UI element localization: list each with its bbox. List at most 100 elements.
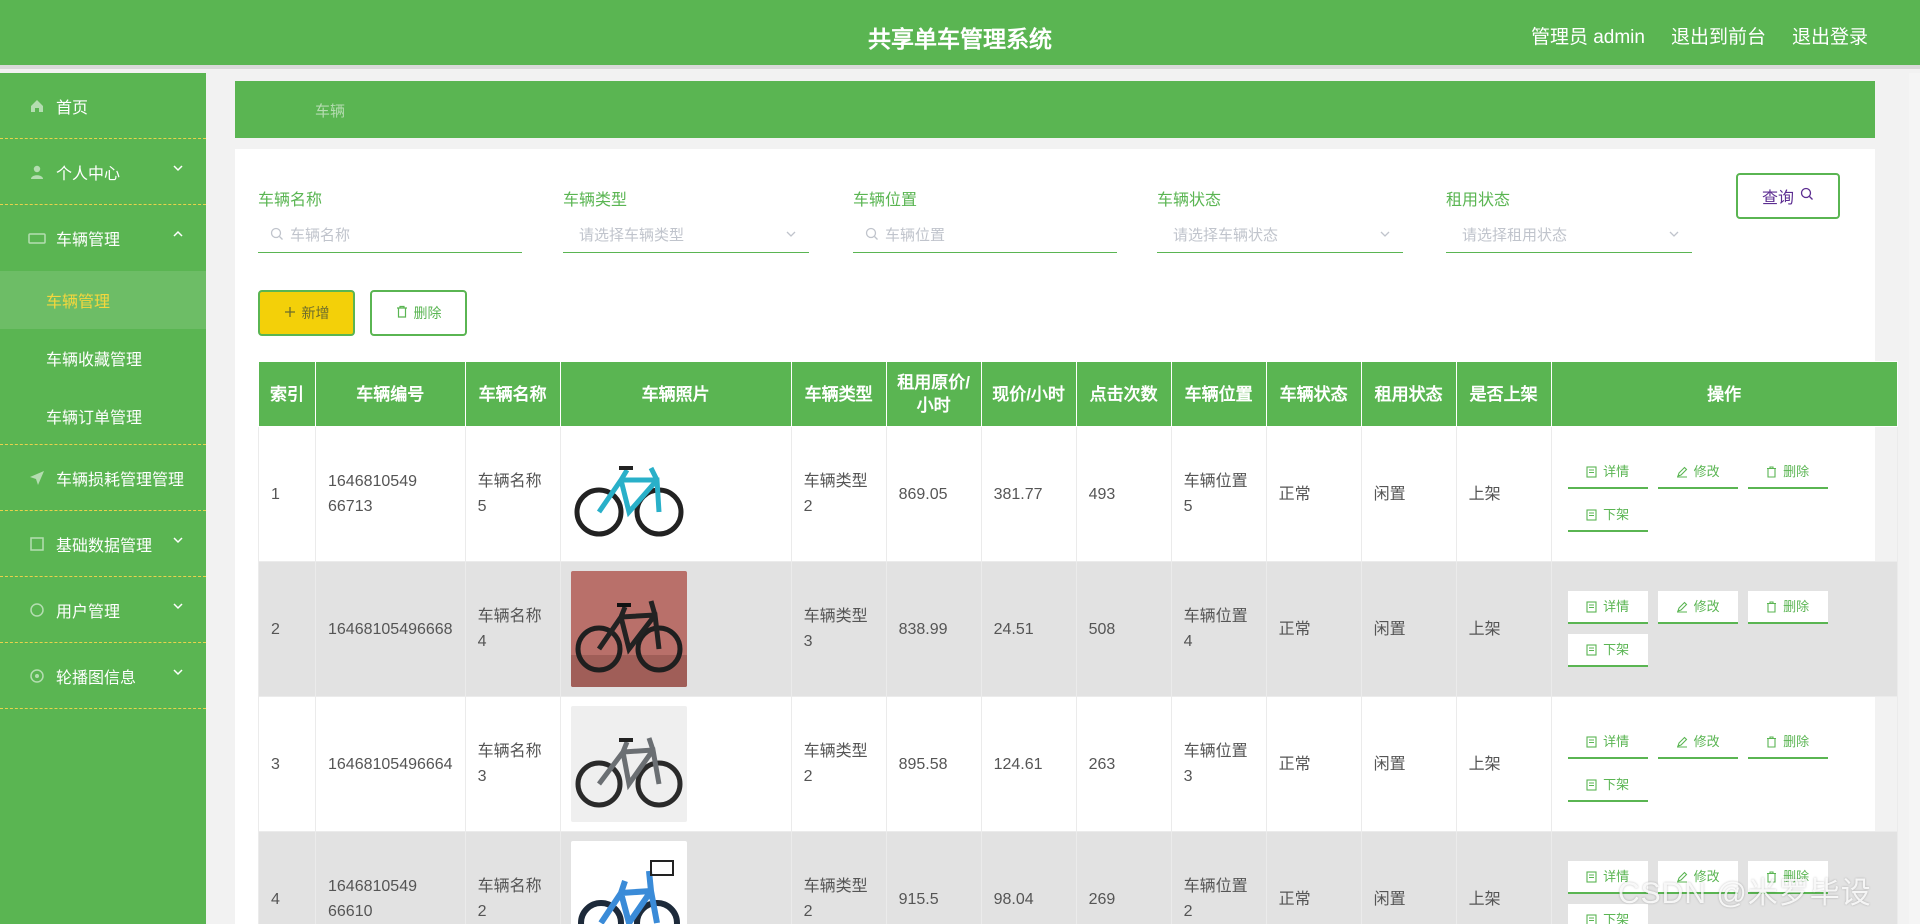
document-icon xyxy=(1586,735,1597,748)
home-icon xyxy=(28,97,46,115)
delete-button[interactable]: 删除 xyxy=(1747,456,1828,489)
breadcrumb-current[interactable]: 车辆 xyxy=(315,100,345,121)
cell-location: 车辆位置2 xyxy=(1170,831,1267,924)
cell-clicks: 493 xyxy=(1075,426,1172,562)
filter-label: 车辆位置 xyxy=(853,192,918,209)
sidebar-item-label: 个人中心 xyxy=(56,165,121,183)
cell-photo xyxy=(559,696,792,832)
cell-code: 1646810549 66713 xyxy=(315,426,466,562)
trash-icon xyxy=(1767,465,1777,478)
edit-button[interactable]: 修改 xyxy=(1657,726,1738,759)
delete-button[interactable]: 删除 xyxy=(1747,726,1828,759)
document-icon xyxy=(1586,508,1597,521)
sidebar-item-label: 首页 xyxy=(56,99,89,117)
cell-code: 16468105496664 xyxy=(315,696,466,832)
table-header: 车辆位置 xyxy=(1170,361,1267,427)
input-placeholder: 车辆位置 xyxy=(885,226,946,244)
cell-photo xyxy=(559,561,792,697)
vehicle-type-select[interactable]: 请选择车辆类型 xyxy=(563,216,809,253)
cell-clicks: 508 xyxy=(1075,561,1172,697)
cell-name: 车辆名称2 xyxy=(464,831,561,924)
table-header: 车辆名称 xyxy=(464,361,561,427)
document-icon xyxy=(1586,643,1597,656)
chevron-down-icon xyxy=(172,533,184,551)
cell-ops: 详情 修改 删除 下架 xyxy=(1550,426,1898,562)
detail-button[interactable]: 详情 xyxy=(1567,456,1648,489)
vehicle-status-select[interactable]: 请选择车辆状态 xyxy=(1157,216,1403,253)
trash-icon xyxy=(1767,600,1777,613)
delete-button[interactable]: 删除 xyxy=(1747,591,1828,624)
cell-index: 1 xyxy=(258,426,316,562)
sidebar-item-carousel[interactable]: 轮播图信息 xyxy=(0,643,206,709)
cell-status: 正常 xyxy=(1265,561,1362,697)
table-row: 1 1646810549 66713 车辆名称5 车辆类型2 869.05 38… xyxy=(258,426,1898,562)
settings-icon xyxy=(28,667,46,685)
chevron-down-icon xyxy=(172,665,184,683)
sidebar-item-base-data[interactable]: 基础数据管理 xyxy=(0,511,206,577)
edit-icon xyxy=(1676,466,1687,478)
vehicle-photo-kids-bike-blue xyxy=(570,841,687,924)
filter-vehicle-location: 车辆位置 车辆位置 xyxy=(853,186,1117,253)
trash-icon xyxy=(1767,735,1777,748)
chevron-up-icon xyxy=(172,227,184,245)
sidebar-item-vehicle-management[interactable]: 车辆管理 xyxy=(0,205,206,271)
table-row: 3 16468105496664 车辆名称3 车辆类型2 895.58 124.… xyxy=(258,696,1898,832)
sidebar-item-vehicle-wear[interactable]: 车辆损耗管理管理 xyxy=(0,445,206,511)
table-row: 2 16468105496668 车辆名称4 车辆类型3 838.99 24.5… xyxy=(258,561,1898,697)
cell-index: 4 xyxy=(258,831,316,924)
unlist-button[interactable]: 下架 xyxy=(1567,634,1648,667)
admin-user-label[interactable]: 管理员 admin xyxy=(1531,22,1645,49)
cell-price: 24.51 xyxy=(980,561,1077,697)
cell-name: 车辆名称4 xyxy=(464,561,561,697)
cell-location: 车辆位置5 xyxy=(1170,426,1267,562)
edit-button[interactable]: 修改 xyxy=(1657,456,1738,489)
cell-listed: 上架 xyxy=(1455,561,1552,697)
sidebar-subitem-vehicle-orders[interactable]: 车辆订单管理 xyxy=(0,387,206,445)
cell-location: 车辆位置3 xyxy=(1170,696,1267,832)
query-button[interactable]: 查询 xyxy=(1736,173,1840,219)
table-header: 操作 xyxy=(1550,361,1898,427)
vehicle-name-input[interactable]: 车辆名称 xyxy=(258,216,522,253)
sidebar-item-label: 车辆损耗管理管理 xyxy=(56,471,185,489)
filter-label: 车辆名称 xyxy=(258,192,323,209)
cell-ops: 详情 修改 删除 下架 xyxy=(1550,561,1898,697)
rent-status-select[interactable]: 请选择租用状态 xyxy=(1446,216,1692,253)
cell-orig-price: 869.05 xyxy=(885,426,982,562)
exit-to-front-link[interactable]: 退出到前台 xyxy=(1671,22,1766,49)
delete-button-label: 删除 xyxy=(413,305,442,321)
vehicle-table: 索引 车辆编号 车辆名称 车辆照片 车辆类型 租用原价/小时 现价/小时 点击次… xyxy=(258,361,1898,924)
vehicle-location-input[interactable]: 车辆位置 xyxy=(853,216,1117,253)
detail-button[interactable]: 详情 xyxy=(1567,591,1648,624)
sidebar-item-home[interactable]: 首页 xyxy=(0,73,206,139)
vertical-scrollbar[interactable] xyxy=(1909,73,1920,924)
sidebar-subitem-vehicle-management[interactable]: 车辆管理 xyxy=(0,271,206,329)
cell-status: 正常 xyxy=(1265,696,1362,832)
table-header: 租用状态 xyxy=(1360,361,1457,427)
filter-rent-status: 租用状态 请选择租用状态 xyxy=(1446,186,1692,253)
sidebar-item-personal-center[interactable]: 个人中心 xyxy=(0,139,206,205)
batch-delete-button[interactable]: 删除 xyxy=(370,290,467,336)
edit-button[interactable]: 修改 xyxy=(1657,591,1738,624)
sidebar-item-user-management[interactable]: 用户管理 xyxy=(0,577,206,643)
chevron-down-icon xyxy=(1668,227,1680,244)
cell-code: 16468105496668 xyxy=(315,561,466,697)
unlist-button[interactable]: 下架 xyxy=(1567,499,1648,532)
detail-button[interactable]: 详情 xyxy=(1567,726,1648,759)
search-icon xyxy=(270,227,284,241)
sidebar-subitem-vehicle-favorites[interactable]: 车辆收藏管理 xyxy=(0,329,206,387)
edit-icon xyxy=(1676,601,1687,613)
table-header: 车辆编号 xyxy=(315,361,466,427)
cell-type: 车辆类型3 xyxy=(790,561,887,697)
cell-name: 车辆名称3 xyxy=(464,696,561,832)
document-icon xyxy=(1586,870,1597,883)
cell-rent: 闲置 xyxy=(1360,696,1457,832)
cell-rent: 闲置 xyxy=(1360,426,1457,562)
send-icon xyxy=(28,469,46,487)
cell-code: 1646810549 66610 xyxy=(315,831,466,924)
cell-orig-price: 838.99 xyxy=(885,561,982,697)
cell-index: 3 xyxy=(258,696,316,832)
unlist-button[interactable]: 下架 xyxy=(1567,769,1648,802)
logout-link[interactable]: 退出登录 xyxy=(1792,22,1868,49)
add-button[interactable]: 新增 xyxy=(258,290,355,336)
table-header: 现价/小时 xyxy=(980,361,1077,427)
